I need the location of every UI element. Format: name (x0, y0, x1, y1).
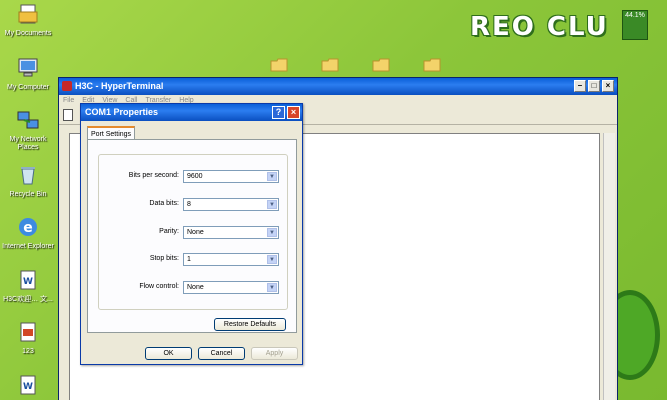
svg-text:W: W (23, 382, 33, 392)
chevron-down-icon[interactable]: ▼ (267, 255, 277, 264)
folder-icon[interactable] (270, 58, 288, 72)
dialog-title: COM1 Properties (85, 107, 159, 117)
vertical-scrollbar[interactable] (603, 133, 615, 400)
flow-control-label: Flow control: (139, 283, 179, 290)
desktop-icon-label: 123 (22, 348, 34, 355)
folder-icon[interactable] (423, 58, 441, 72)
folder-icon[interactable] (321, 58, 339, 72)
settings-group: Bits per second: 9600 ▼ Data bits: 8 ▼ P… (98, 154, 288, 310)
flow-control-field: Flow control: None ▼ (99, 281, 289, 295)
internet-explorer-icon: e (19, 218, 37, 236)
svg-text:W: W (23, 277, 33, 287)
word-document-icon: W (20, 375, 36, 395)
chevron-down-icon[interactable]: ▼ (267, 172, 277, 181)
help-button[interactable]: ? (272, 106, 285, 119)
desktop-icon-internet-explorer[interactable]: e Internet Explorer (0, 215, 56, 251)
data-bits-value: 8 (187, 201, 191, 208)
flow-control-value: None (187, 284, 204, 291)
stop-bits-field: Stop bits: 1 ▼ (99, 253, 289, 267)
desktop-icon-123[interactable]: 123 (0, 320, 56, 356)
cancel-button[interactable]: Cancel (198, 347, 245, 360)
desktop-icon-label: My Network Places (9, 136, 47, 151)
chevron-down-icon[interactable]: ▼ (267, 228, 277, 237)
bits-per-second-value: 9600 (187, 173, 203, 180)
restore-defaults-button[interactable]: Restore Defaults (214, 318, 286, 331)
hyperterminal-title: H3C - HyperTerminal (75, 81, 164, 91)
word-document-icon: W (20, 270, 36, 290)
desktop-icon-label: H3C欢迎… 文... (3, 296, 53, 303)
close-button[interactable]: × (602, 80, 614, 92)
tab-port-settings[interactable]: Port Settings (87, 126, 135, 140)
maximize-button[interactable]: □ (588, 80, 600, 92)
desktop-icon-word-document[interactable]: W H3C欢迎… 文... (0, 268, 56, 304)
parity-label: Parity: (159, 228, 179, 235)
svg-text:e: e (23, 220, 33, 236)
stop-bits-select[interactable]: 1 ▼ (183, 253, 279, 266)
com1-properties-dialog: COM1 Properties ? × Port Settings Bits p… (80, 103, 303, 365)
stop-bits-label: Stop bits: (149, 255, 179, 262)
flow-control-select[interactable]: None ▼ (183, 281, 279, 294)
desktop-icon-label: Recycle Bin (9, 191, 47, 198)
battery-indicator: 44.1% (622, 10, 648, 40)
chevron-down-icon[interactable]: ▼ (267, 283, 277, 292)
hyperterminal-app-icon (62, 81, 72, 91)
data-bits-select[interactable]: 8 ▼ (183, 198, 279, 211)
port-settings-panel: Bits per second: 9600 ▼ Data bits: 8 ▼ P… (87, 139, 297, 333)
bits-per-second-label: Bits per second: (128, 172, 179, 179)
ok-button[interactable]: OK (145, 347, 192, 360)
parity-select[interactable]: None ▼ (183, 226, 279, 239)
stop-bits-value: 1 (187, 256, 191, 263)
parity-value: None (187, 229, 204, 236)
dialog-close-button[interactable]: × (287, 106, 300, 119)
chevron-down-icon[interactable]: ▼ (267, 200, 277, 209)
desktop-icon-label: Internet Explorer (2, 243, 54, 250)
desktop-icon-word-document-2[interactable]: W (0, 373, 56, 400)
new-connection-icon[interactable] (63, 109, 73, 121)
documents-icon (18, 4, 38, 24)
minimize-button[interactable]: – (574, 80, 586, 92)
data-bits-label: Data bits: (149, 200, 179, 207)
menu-file[interactable]: File (63, 95, 74, 107)
computer-icon (18, 58, 38, 77)
hyperterminal-titlebar[interactable]: H3C - HyperTerminal – □ × (59, 78, 617, 95)
recycle-bin-icon (21, 167, 35, 185)
data-bits-field: Data bits: 8 ▼ (99, 198, 289, 212)
apply-button[interactable]: Apply (251, 347, 298, 360)
brand-logo-text: REO CLU (470, 12, 609, 42)
parity-field: Parity: None ▼ (99, 226, 289, 240)
dialog-titlebar[interactable]: COM1 Properties ? × (81, 104, 302, 121)
folder-icon[interactable] (372, 58, 390, 72)
desktop-icon-recycle-bin[interactable]: Recycle Bin (0, 163, 56, 199)
bits-per-second-field: Bits per second: 9600 ▼ (99, 170, 289, 184)
desktop-icon-label: My Documents (4, 30, 52, 37)
network-icon (17, 111, 39, 129)
bits-per-second-select[interactable]: 9600 ▼ (183, 170, 279, 183)
desktop-icon-my-network-places[interactable]: My Network Places (0, 108, 56, 152)
desktop-icon-my-documents[interactable]: My Documents (0, 2, 56, 38)
powerpoint-icon (20, 322, 36, 342)
desktop-icon-label: My Computer (6, 84, 49, 91)
desktop-icon-my-computer[interactable]: My Computer (0, 56, 56, 92)
